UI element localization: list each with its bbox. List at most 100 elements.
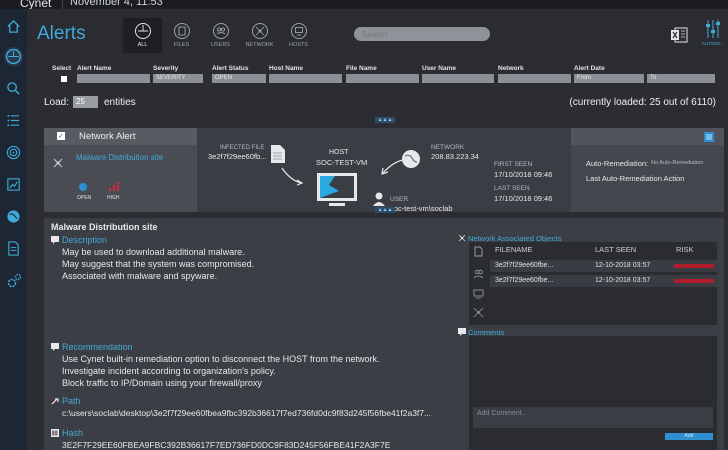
description-heading: Description xyxy=(62,235,108,245)
expand-handle[interactable]: ▲▲▲ xyxy=(375,117,395,123)
window-titlebar: Cynet November 4, 11:53 xyxy=(0,0,728,10)
user-label: USER xyxy=(390,196,409,203)
description-line: May suggest that the system was compromi… xyxy=(62,259,255,269)
auto-remediation-toggle[interactable]: AUTORE... xyxy=(701,18,725,52)
network-label: NETWORK xyxy=(431,144,465,151)
first-seen-label: FIRST SEEN xyxy=(494,161,533,168)
search-input[interactable] xyxy=(354,27,490,41)
tab-label: HOSTS xyxy=(289,42,308,48)
titlebar-divider xyxy=(62,0,63,9)
table-row[interactable]: 3e2f7f29ee60fbe... 12-10-2018 03:57 xyxy=(490,275,717,287)
load-label: Load: xyxy=(44,97,70,108)
file-name-field[interactable] xyxy=(346,74,419,83)
col-filename[interactable]: FILENAME xyxy=(495,245,533,254)
add-comment-button[interactable]: Add xyxy=(665,433,713,440)
search-nav-icon[interactable] xyxy=(4,79,23,98)
tab-label: ALL xyxy=(137,42,148,48)
load-bar: Load: 25 entities (currently loaded: 25 … xyxy=(44,96,716,110)
col-last-seen[interactable]: LAST SEEN xyxy=(595,245,636,254)
tab-label: USERS xyxy=(211,42,230,48)
alert-summary-pane: ✓ Network Alert Malware Distribution sit… xyxy=(44,128,197,212)
network-filter-icon[interactable] xyxy=(473,307,484,318)
alert-date-label: Alert Date xyxy=(574,65,605,72)
tab-label: NETWORK xyxy=(245,42,274,48)
hash-heading: Hash xyxy=(62,428,84,438)
reports-nav-icon[interactable] xyxy=(4,175,23,194)
remediation-pane: Auto-Remediation: No Auto-Remediation La… xyxy=(571,128,724,212)
table-row[interactable]: 3e2f7f29ee60fbe... 12-10-2018 03:57 xyxy=(490,260,717,272)
alert-checkbox[interactable]: ✓ xyxy=(57,132,65,140)
details-icon[interactable] xyxy=(704,132,714,142)
recommendation-icon xyxy=(51,343,59,351)
description-line: Associated with malware and spyware. xyxy=(62,271,218,281)
last-seen-label: LAST SEEN xyxy=(494,185,530,192)
settings-nav-icon[interactable] xyxy=(4,271,23,290)
file-filter-icon[interactable] xyxy=(473,246,484,257)
tab-hosts[interactable]: HOSTS xyxy=(279,18,318,53)
user-name-field[interactable] xyxy=(422,74,494,83)
users-icon xyxy=(212,23,229,39)
alert-row[interactable]: ✓ Network Alert Malware Distribution sit… xyxy=(44,128,724,213)
alert-status-select[interactable]: OPEN xyxy=(212,74,266,83)
recommendation-heading: Recommendation xyxy=(62,342,133,352)
hash-value: 3E2F7F29EE60FBEA9FBC392B36617F7ED736FD0D… xyxy=(62,440,391,450)
host-name-field[interactable] xyxy=(269,74,342,83)
tab-network[interactable]: NETWORK xyxy=(240,18,279,53)
severity-select[interactable]: SEVERITY xyxy=(153,74,203,83)
auto-remediation-label: Auto-Remediation: xyxy=(586,159,649,168)
host-filter-icon[interactable] xyxy=(473,289,484,300)
file-icon xyxy=(173,23,190,39)
hash-icon xyxy=(51,429,59,437)
tab-users[interactable]: USERS xyxy=(201,18,240,53)
path-icon xyxy=(51,398,59,405)
last-seen-cell: 12-10-2018 03:57 xyxy=(595,262,651,269)
home-icon[interactable] xyxy=(4,17,23,36)
users-filter-icon[interactable] xyxy=(473,268,484,279)
entities-label: entities xyxy=(104,97,136,108)
alert-type-header: ✓ Network Alert xyxy=(44,128,197,145)
comment-input[interactable]: Add Comment... xyxy=(473,407,713,428)
network-objects-table: FILENAME LAST SEEN RISK 3e2f7f29ee60fbe.… xyxy=(469,242,717,325)
filename-cell: 3e2f7f29ee60fbe... xyxy=(495,277,554,284)
host-name-label: Host Name xyxy=(269,65,303,72)
network-objects-icon xyxy=(458,234,466,242)
excel-export-icon[interactable] xyxy=(670,27,688,43)
list-nav-icon[interactable] xyxy=(4,111,23,130)
alert-name-field[interactable] xyxy=(77,74,150,83)
alerts-nav-icon[interactable] xyxy=(4,47,23,66)
user-name-label: User Name xyxy=(422,65,456,72)
open-status-icon xyxy=(79,183,87,191)
user-icon xyxy=(373,192,385,206)
alert-status-label: Alert Status xyxy=(212,65,249,72)
auto-remediation-label: AUTORE... xyxy=(701,41,725,46)
first-seen-value: 17/10/2018 09:46 xyxy=(494,170,553,179)
infected-file-value: 3e2f7f29ee60fb... xyxy=(208,152,267,161)
arrow-icon xyxy=(281,167,304,186)
tab-label: FILES xyxy=(173,42,190,48)
tab-all[interactable]: ALL xyxy=(123,18,162,53)
date-from-field[interactable]: From xyxy=(574,74,644,83)
status-label: OPEN xyxy=(77,195,92,201)
recommendation-line: Use Cynet built-in remediation option to… xyxy=(62,354,380,364)
severity-label: Severity xyxy=(153,65,179,72)
user-value: soc-test-vm\soclab xyxy=(390,204,453,213)
target-nav-icon[interactable] xyxy=(4,143,23,162)
load-count-select[interactable]: 25 xyxy=(73,96,98,108)
date-to-field[interactable]: To xyxy=(647,74,715,83)
alert-name-label: Alert Name xyxy=(77,65,112,72)
alert-name-link[interactable]: Malware Distribution site xyxy=(76,153,186,162)
description-icon xyxy=(51,236,59,244)
path-value: c:\users\soclab\desktop\3e2f7f29ee60fbea… xyxy=(62,408,432,418)
network-value: 208.83.223.34 xyxy=(431,152,479,161)
globe-nav-icon[interactable] xyxy=(4,207,23,226)
network-field[interactable] xyxy=(498,74,571,83)
file-name-label: File Name xyxy=(346,65,377,72)
select-all-checkbox[interactable] xyxy=(61,76,67,82)
col-risk[interactable]: RISK xyxy=(676,245,694,254)
documents-nav-icon[interactable] xyxy=(4,239,23,258)
network-icon xyxy=(251,23,268,39)
path-heading: Path xyxy=(62,396,81,406)
collapse-handle[interactable]: ▲▲▲ xyxy=(375,207,395,213)
tab-files[interactable]: FILES xyxy=(162,18,201,53)
detail-title: Malware Distribution site xyxy=(51,222,158,232)
